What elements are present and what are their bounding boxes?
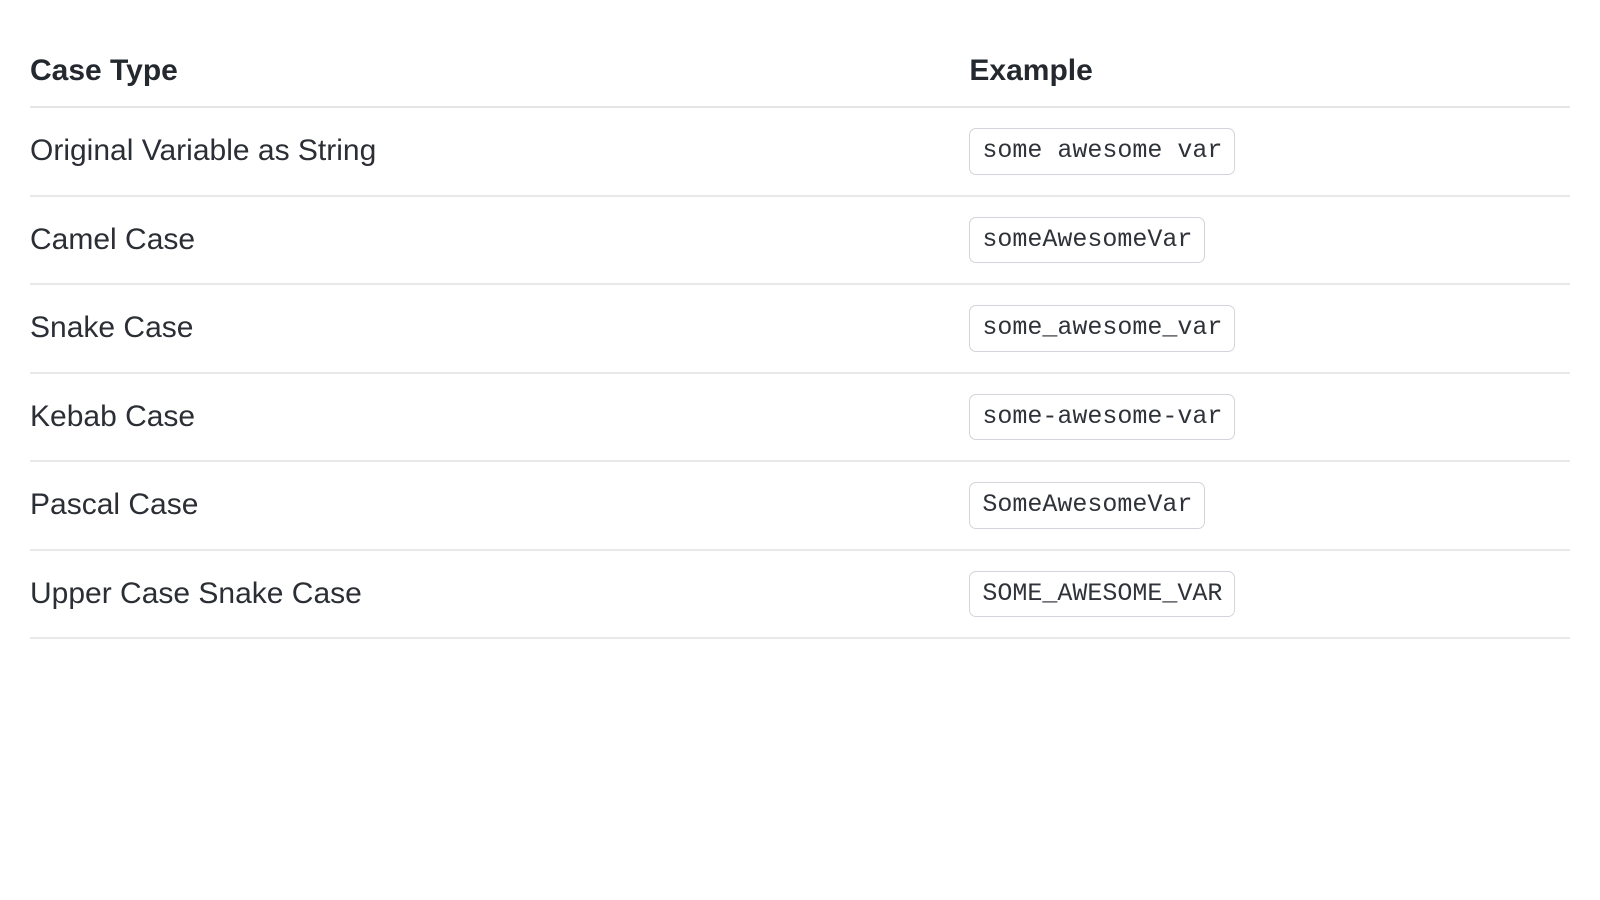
case-type-label: Upper Case Snake Case bbox=[30, 550, 969, 639]
table-row: Camel Case someAwesomeVar bbox=[30, 196, 1570, 285]
example-cell: some awesome var bbox=[969, 107, 1570, 196]
case-type-table: Case Type Example Original Variable as S… bbox=[30, 40, 1570, 639]
table-row: Original Variable as String some awesome… bbox=[30, 107, 1570, 196]
example-code: some_awesome_var bbox=[969, 305, 1235, 352]
table-header-row: Case Type Example bbox=[30, 40, 1570, 107]
case-type-label: Original Variable as String bbox=[30, 107, 969, 196]
example-code: someAwesomeVar bbox=[969, 217, 1205, 264]
table-row: Upper Case Snake Case SOME_AWESOME_VAR bbox=[30, 550, 1570, 639]
example-cell: some-awesome-var bbox=[969, 373, 1570, 462]
example-code: some-awesome-var bbox=[969, 394, 1235, 441]
header-example: Example bbox=[969, 40, 1570, 107]
header-case-type: Case Type bbox=[30, 40, 969, 107]
table-row: Snake Case some_awesome_var bbox=[30, 284, 1570, 373]
example-code: SOME_AWESOME_VAR bbox=[969, 571, 1235, 618]
case-type-label: Snake Case bbox=[30, 284, 969, 373]
example-cell: SomeAwesomeVar bbox=[969, 461, 1570, 550]
example-cell: some_awesome_var bbox=[969, 284, 1570, 373]
table-row: Pascal Case SomeAwesomeVar bbox=[30, 461, 1570, 550]
case-type-label: Kebab Case bbox=[30, 373, 969, 462]
example-cell: someAwesomeVar bbox=[969, 196, 1570, 285]
case-type-label: Pascal Case bbox=[30, 461, 969, 550]
table-row: Kebab Case some-awesome-var bbox=[30, 373, 1570, 462]
example-cell: SOME_AWESOME_VAR bbox=[969, 550, 1570, 639]
case-type-label: Camel Case bbox=[30, 196, 969, 285]
example-code: SomeAwesomeVar bbox=[969, 482, 1205, 529]
example-code: some awesome var bbox=[969, 128, 1235, 175]
